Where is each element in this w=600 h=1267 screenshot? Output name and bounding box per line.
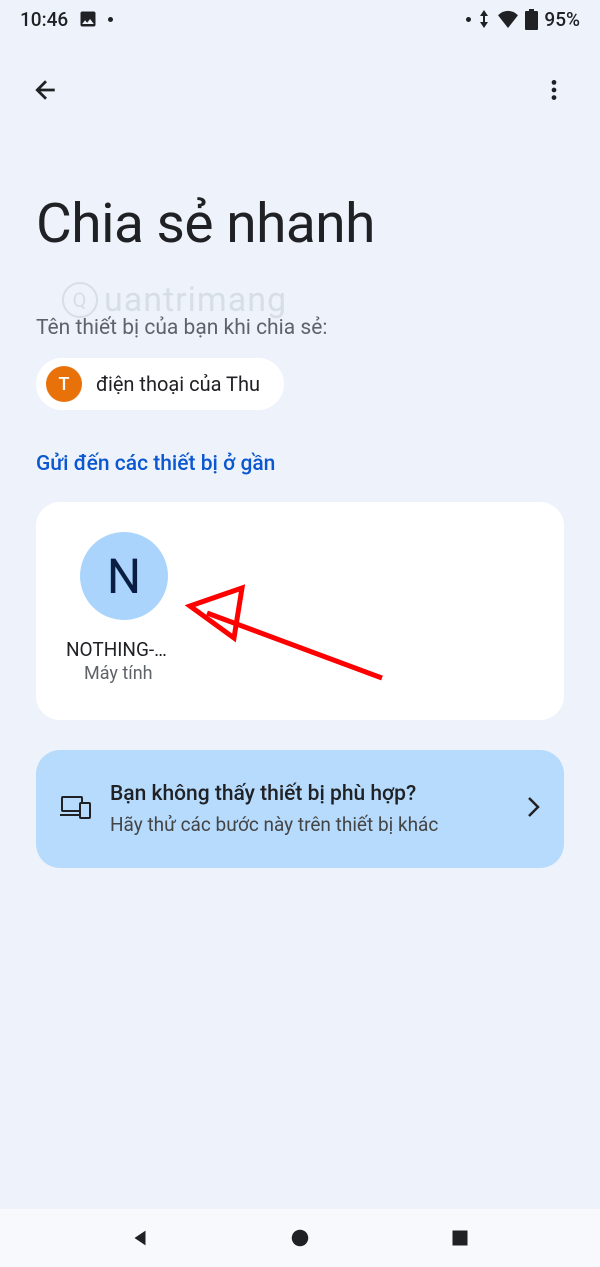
nav-recent-button[interactable] [446, 1224, 474, 1252]
nearby-devices-card: N NOTHING-… Máy tính [36, 502, 564, 720]
wifi-icon [497, 10, 519, 28]
notification-dot-icon [108, 17, 113, 22]
image-icon [78, 9, 98, 29]
your-device-avatar: T [46, 366, 82, 402]
more-menu-button[interactable] [532, 68, 576, 112]
nearby-device-name: NOTHING-… [66, 638, 167, 661]
nav-back-button[interactable] [126, 1224, 154, 1252]
page-title: Chia sẻ nhanh [36, 192, 564, 256]
nearby-section-title: Gửi đến các thiết bị ở gần [36, 452, 564, 476]
your-device-label: Tên thiết bị của bạn khi chia sẻ: [36, 316, 564, 340]
system-nav-bar [0, 1209, 600, 1267]
toolbar [0, 38, 600, 122]
nearby-device-type: Máy tính [84, 663, 153, 684]
chevron-right-icon [526, 795, 540, 823]
help-description: Hãy thử các bước này trên thiết bị khác [110, 812, 508, 838]
help-title: Bạn không thấy thiết bị phù hợp? [110, 780, 508, 808]
nearby-device-item[interactable]: N NOTHING-… Máy tính [66, 532, 206, 684]
devices-icon [60, 795, 92, 823]
data-saver-icon [477, 10, 491, 28]
nearby-device-avatar: N [80, 532, 168, 620]
your-device-chip[interactable]: T điện thoại của Thu [36, 358, 284, 410]
content: Chia sẻ nhanh Q uantrimang Tên thiết bị … [0, 122, 600, 868]
status-battery-percent: 95% [544, 8, 580, 31]
help-card[interactable]: Bạn không thấy thiết bị phù hợp? Hãy thử… [36, 750, 564, 868]
status-dot-icon [466, 17, 471, 22]
battery-icon [525, 9, 538, 30]
status-time: 10:46 [20, 8, 68, 31]
nav-home-button[interactable] [286, 1224, 314, 1252]
watermark: Q uantrimang [62, 280, 287, 320]
back-button[interactable] [24, 68, 68, 112]
your-device-name: điện thoại của Thu [96, 372, 260, 396]
status-bar: 10:46 95% [0, 0, 600, 38]
